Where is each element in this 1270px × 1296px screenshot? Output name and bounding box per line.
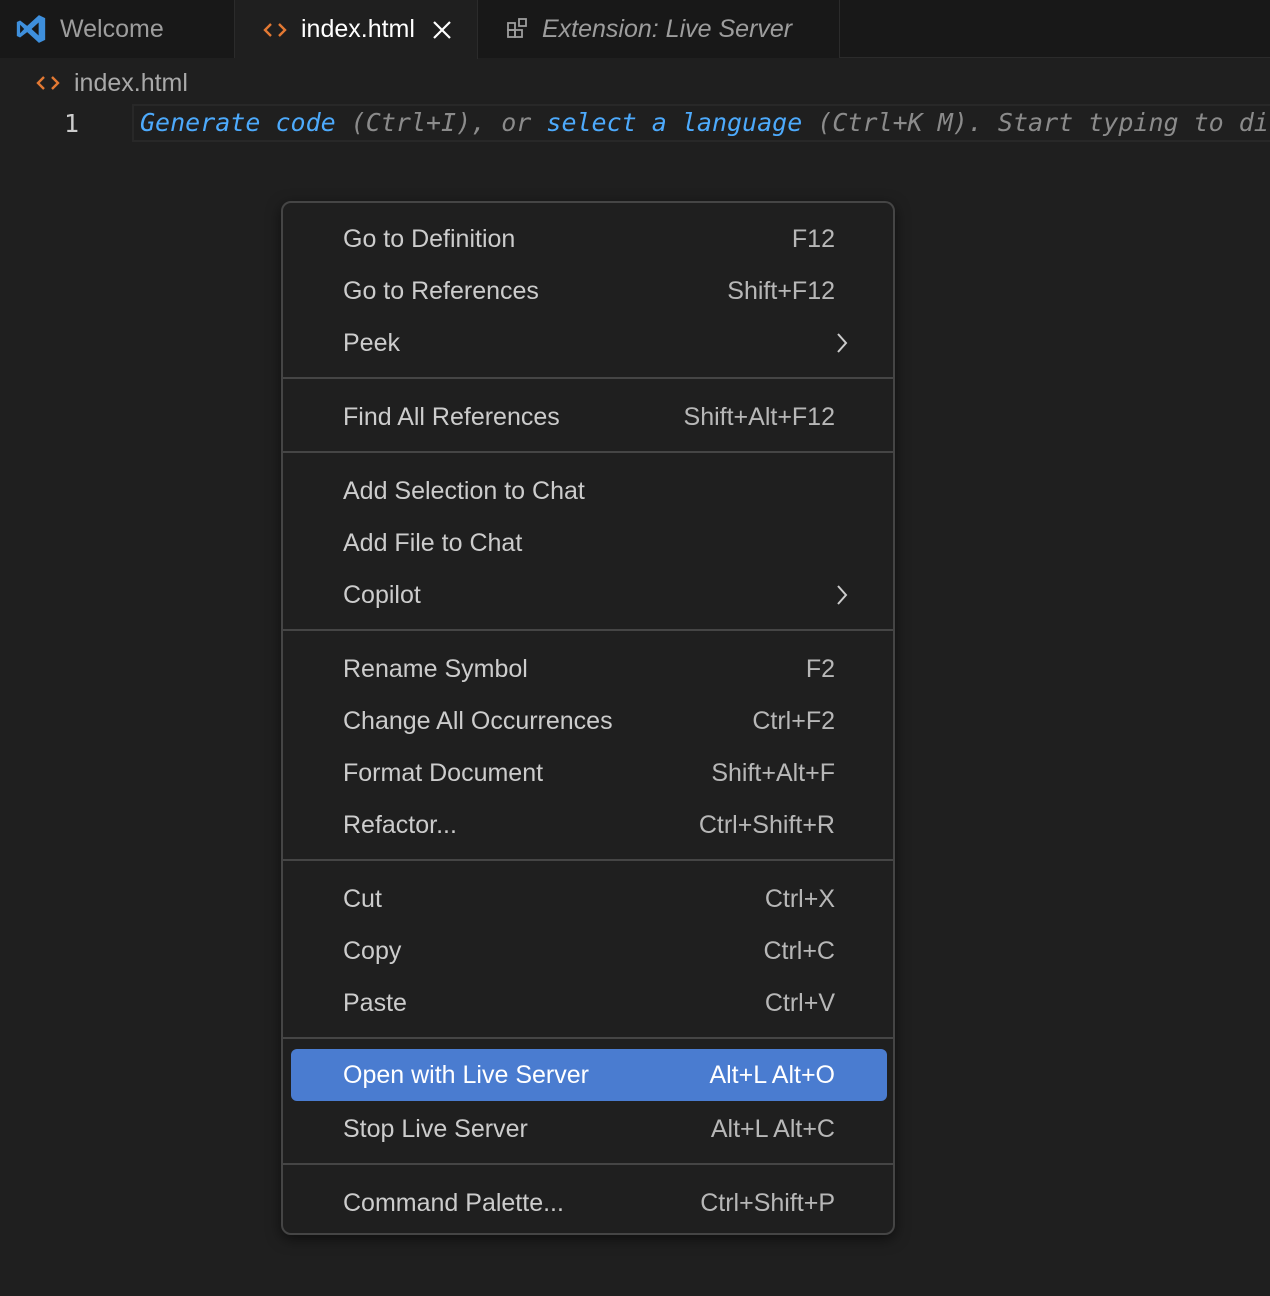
menu-item-add-file-to-chat[interactable]: Add File to Chat <box>291 517 887 569</box>
html-code-icon <box>263 20 287 40</box>
menu-item-shortcut: Shift+Alt+F12 <box>683 403 835 431</box>
menu-item-label: Cut <box>343 885 382 913</box>
menu-item-cut[interactable]: Cut Ctrl+X <box>291 873 887 925</box>
tab-label: Welcome <box>60 14 164 43</box>
tab-label: index.html <box>301 15 415 43</box>
menu-item-shortcut: Ctrl+Shift+P <box>700 1189 835 1217</box>
breadcrumb[interactable]: index.html <box>36 66 188 100</box>
menu-item-shortcut: Shift+Alt+F <box>711 759 835 787</box>
menu-item-open-with-live-server[interactable]: Open with Live Server Alt+L Alt+O <box>291 1049 887 1101</box>
menu-item-stop-live-server[interactable]: Stop Live Server Alt+L Alt+C <box>291 1103 887 1155</box>
menu-separator <box>283 859 893 861</box>
menu-item-copy[interactable]: Copy Ctrl+C <box>291 925 887 977</box>
menu-item-label: Open with Live Server <box>343 1061 589 1089</box>
menu-item-label: Format Document <box>343 759 544 787</box>
menu-item-shortcut: F2 <box>805 655 835 683</box>
menu-item-refactor[interactable]: Refactor... Ctrl+Shift+R <box>291 799 887 851</box>
menu-separator <box>283 629 893 631</box>
generate-code-link[interactable]: Generate code <box>140 108 336 137</box>
breadcrumb-file[interactable]: index.html <box>74 69 188 98</box>
menu-item-label: Add File to Chat <box>343 529 523 557</box>
menu-item-shortcut: Alt+L Alt+C <box>710 1115 835 1143</box>
menu-item-command-palette[interactable]: Command Palette... Ctrl+Shift+P <box>291 1177 887 1229</box>
select-language-link[interactable]: select a language <box>546 108 802 137</box>
menu-item-go-to-references[interactable]: Go to References Shift+F12 <box>291 265 887 317</box>
line-number: 1 <box>64 109 80 138</box>
menu-item-shortcut: Alt+L Alt+O <box>709 1061 835 1089</box>
menu-item-format-document[interactable]: Format Document Shift+Alt+F <box>291 747 887 799</box>
hint-text: (Ctrl+I), or <box>335 108 547 137</box>
menu-item-peek[interactable]: Peek <box>291 317 887 369</box>
menu-item-shortcut: Ctrl+C <box>763 937 835 965</box>
menu-separator <box>283 1037 893 1039</box>
html-code-icon <box>36 73 60 93</box>
menu-item-label: Change All Occurrences <box>343 707 613 735</box>
menu-item-shortcut: Shift+F12 <box>727 277 835 305</box>
menu-separator <box>283 377 893 379</box>
menu-item-label: Add Selection to Chat <box>343 477 585 505</box>
vscode-logo-icon <box>14 12 48 46</box>
tab-index-html[interactable]: index.html <box>235 0 478 59</box>
menu-item-label: Find All References <box>343 403 560 431</box>
editor-tab-bar: Welcome index.html Extension: Live Serve… <box>0 0 1270 59</box>
menu-item-shortcut: F12 <box>791 225 835 253</box>
menu-separator <box>283 1163 893 1165</box>
menu-item-label: Copilot <box>343 581 421 609</box>
menu-item-change-all-occurrences[interactable]: Change All Occurrences Ctrl+F2 <box>291 695 887 747</box>
menu-item-label: Command Palette... <box>343 1189 564 1217</box>
menu-item-label: Copy <box>343 937 402 965</box>
menu-item-label: Go to Definition <box>343 225 516 253</box>
hint-text: (Ctrl+K M). Start typing to dismiss. <box>817 108 1270 137</box>
menu-item-label: Stop Live Server <box>343 1115 528 1143</box>
menu-item-rename-symbol[interactable]: Rename Symbol F2 <box>291 643 887 695</box>
close-icon[interactable] <box>427 15 457 45</box>
menu-item-label: Refactor... <box>343 811 457 839</box>
menu-item-shortcut: Ctrl+F2 <box>752 707 835 735</box>
menu-item-shortcut: Ctrl+X <box>764 885 835 913</box>
tab-label: Extension: Live Server <box>542 14 793 43</box>
context-menu: Go to Definition F12 Go to References Sh… <box>281 201 895 1235</box>
menu-separator <box>283 451 893 453</box>
menu-item-label: Peek <box>343 329 400 357</box>
menu-item-paste[interactable]: Paste Ctrl+V <box>291 977 887 1029</box>
menu-item-label: Paste <box>343 989 407 1017</box>
extensions-icon <box>506 17 530 41</box>
menu-item-shortcut: Ctrl+V <box>764 989 835 1017</box>
menu-item-copilot[interactable]: Copilot <box>291 569 887 621</box>
tab-extension-live-server[interactable]: Extension: Live Server <box>478 0 840 58</box>
menu-item-go-to-definition[interactable]: Go to Definition F12 <box>291 213 887 265</box>
menu-item-label: Rename Symbol <box>343 655 528 683</box>
menu-item-find-all-references[interactable]: Find All References Shift+Alt+F12 <box>291 391 887 443</box>
menu-item-add-selection-to-chat[interactable]: Add Selection to Chat <box>291 465 887 517</box>
empty-editor-hint: Generate code (Ctrl+I), or select a lang… <box>140 104 1270 142</box>
menu-item-shortcut: Ctrl+Shift+R <box>698 811 835 839</box>
tab-welcome[interactable]: Welcome <box>0 0 235 58</box>
chevron-right-icon <box>829 582 855 608</box>
menu-item-label: Go to References <box>343 277 539 305</box>
chevron-right-icon <box>829 330 855 356</box>
